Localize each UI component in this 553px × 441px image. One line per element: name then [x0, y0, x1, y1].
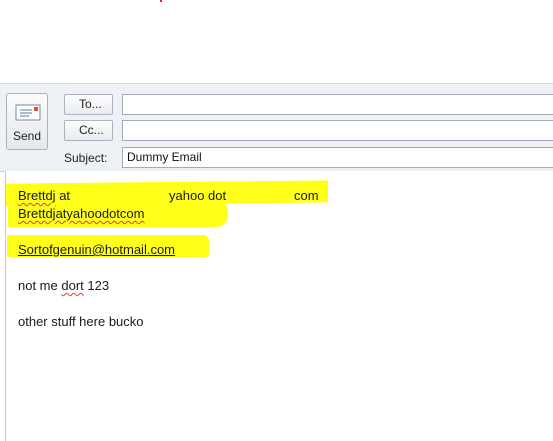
email-link[interactable]: Sortofgenuin@hotmail.com	[18, 242, 175, 257]
to-field[interactable]	[122, 94, 553, 115]
misspelled-word: dort	[61, 278, 84, 293]
send-button[interactable]: Send	[6, 93, 48, 150]
compose-header: Send To... Cc... Subject: Dummy Email	[0, 83, 553, 172]
tld-text: com	[294, 188, 319, 203]
to-button[interactable]: To...	[64, 94, 113, 115]
subject-field[interactable]: Dummy Email	[122, 147, 553, 168]
at-text: at	[55, 188, 71, 203]
message-body[interactable]: Brettdj at yahoo dot com Brettdjatyahood…	[5, 171, 553, 441]
message-line-2: Brettdjatyahoodotcom	[18, 206, 145, 221]
name-text: Brettdj	[18, 188, 56, 203]
cc-field[interactable]	[122, 120, 553, 141]
cc-button[interactable]: Cc...	[64, 120, 113, 141]
line4-suffix: 123	[83, 278, 110, 293]
envelope-send-icon	[15, 104, 41, 121]
line4-prefix: not me	[18, 278, 62, 293]
domain-text: yahoo dot	[169, 188, 227, 203]
send-label: Send	[12, 129, 42, 143]
message-line-5: other stuff here bucko	[18, 314, 144, 329]
stray-dot	[160, 0, 162, 2]
message-line-1: Brettdj at	[18, 188, 70, 203]
message-line-4: not me dort 123	[18, 278, 109, 293]
subject-label: Subject:	[64, 151, 108, 165]
